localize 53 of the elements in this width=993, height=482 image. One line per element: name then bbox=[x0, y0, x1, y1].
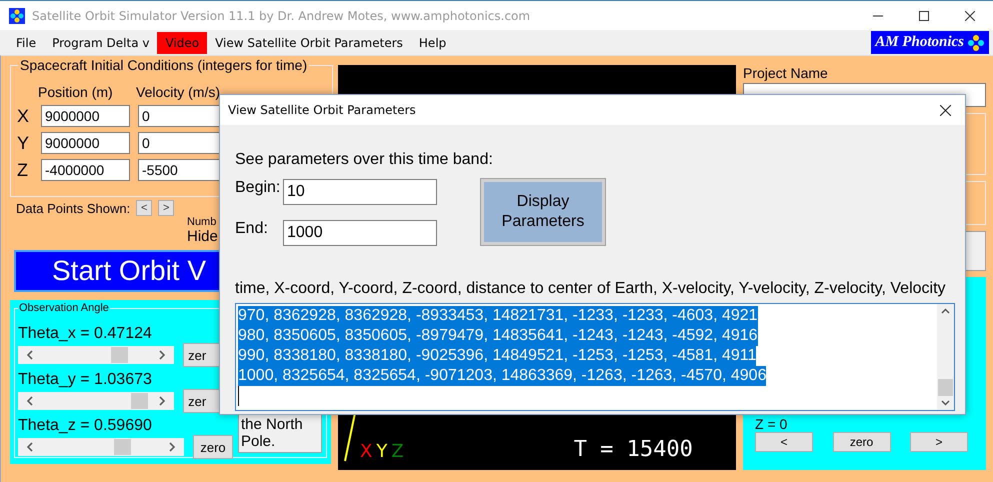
angle-label: Theta_z = 0.59690 bbox=[18, 417, 152, 435]
slider-thumb[interactable] bbox=[131, 393, 148, 409]
angle-slider[interactable] bbox=[18, 438, 184, 456]
step-button[interactable]: < bbox=[136, 200, 152, 216]
position-field[interactable]: 9000000 bbox=[41, 132, 130, 154]
menu-item[interactable]: Help bbox=[410, 32, 454, 54]
end-field[interactable]: 1000 bbox=[283, 220, 437, 246]
step-button[interactable]: > bbox=[158, 200, 174, 216]
reset-button[interactable]: zero bbox=[193, 435, 233, 459]
control-button[interactable]: < bbox=[755, 432, 813, 452]
axis-label: X bbox=[360, 441, 372, 462]
axis-label: Y bbox=[17, 132, 30, 154]
slider-thumb[interactable] bbox=[114, 439, 132, 455]
hide-label: Hide bbox=[187, 228, 218, 245]
window-title: Satellite Orbit Simulator Version 11.1 by Dr. Andrew Motes, www.amphotonics.com bbox=[32, 8, 532, 22]
position-field[interactable]: -4000000 bbox=[41, 159, 130, 181]
group-title: Spacecraft Initial Conditions (integers for time) bbox=[18, 57, 310, 73]
data-points-label: Data Points Shown: bbox=[16, 200, 130, 216]
axis-label: X bbox=[17, 106, 30, 126]
group-title: Observation Angle bbox=[18, 302, 110, 314]
project-name-label: Project Name bbox=[743, 65, 829, 81]
scrollbar-thumb[interactable] bbox=[938, 379, 953, 396]
angle-slider[interactable] bbox=[18, 346, 174, 364]
angle-label: Theta_y = 1.03673 bbox=[18, 371, 152, 389]
angle-label: Theta_x = 0.47124 bbox=[18, 325, 152, 343]
axis-label: Z bbox=[17, 160, 29, 180]
axis-line bbox=[344, 412, 356, 462]
end-label: End: bbox=[235, 220, 269, 238]
scroll-down-icon[interactable] bbox=[941, 400, 950, 406]
scrollbar[interactable] bbox=[937, 304, 954, 410]
slider-thumb[interactable] bbox=[110, 347, 128, 363]
column-label: Position (m) bbox=[38, 84, 114, 100]
angle-slider[interactable] bbox=[18, 392, 174, 410]
app-icon bbox=[9, 8, 25, 24]
display-parameters-button[interactable]: Display Parameters bbox=[481, 179, 605, 245]
column-label: Velocity (m/s) bbox=[136, 84, 222, 100]
menu-item[interactable]: View Satellite Orbit Parameters bbox=[207, 32, 411, 54]
begin-label: Begin: bbox=[235, 179, 281, 197]
number-label: Numb bbox=[187, 216, 216, 228]
control-button[interactable]: zero bbox=[832, 432, 890, 452]
logo: AM Photonics bbox=[871, 31, 989, 54]
menu-item[interactable]: Video bbox=[157, 32, 208, 54]
output-textbox[interactable] bbox=[235, 303, 955, 411]
menu-item[interactable]: Program Delta v bbox=[44, 32, 158, 54]
z-angle-label: Z = 0 bbox=[755, 416, 788, 432]
control-button[interactable]: > bbox=[910, 432, 968, 452]
axis-label: Z bbox=[391, 441, 404, 462]
time-readout: T = 15400 bbox=[574, 437, 693, 462]
scroll-up-icon[interactable] bbox=[941, 308, 950, 314]
axis-label: Y bbox=[376, 441, 388, 462]
position-field[interactable]: 9000000 bbox=[41, 105, 130, 127]
begin-field[interactable]: 10 bbox=[283, 179, 437, 205]
menu-item[interactable]: File bbox=[8, 32, 44, 54]
